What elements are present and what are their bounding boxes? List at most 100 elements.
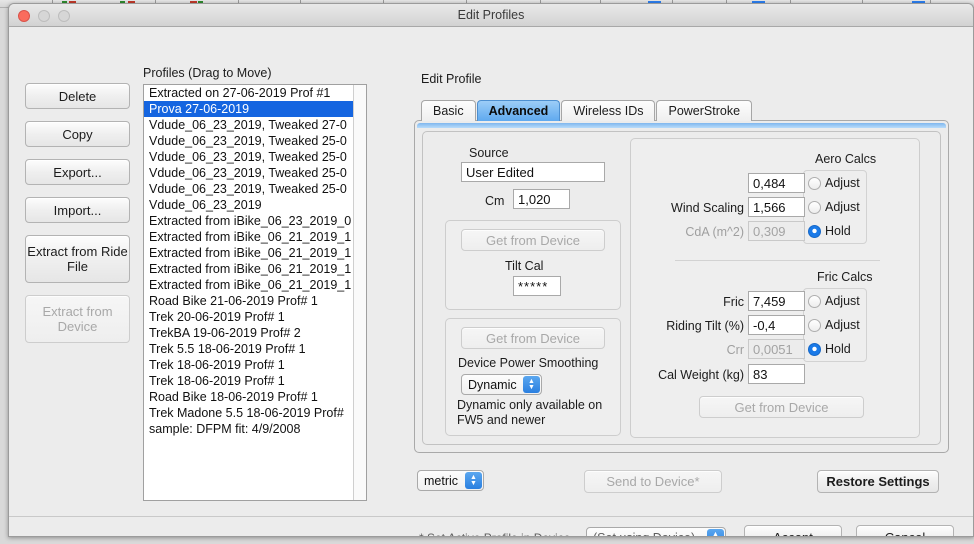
list-item[interactable]: Trek Madone 5.5 18-06-2019 Prof# [144, 405, 353, 421]
smoothing-get-from-device-button: Get from Device [461, 327, 605, 349]
active-profile-select[interactable]: (Set using Device) ▲▼ [586, 527, 726, 537]
list-item[interactable]: Trek 18-06-2019 Prof# 1 [144, 357, 353, 373]
screen: Edit Profiles Delete Copy Export... Impo… [0, 0, 974, 544]
profiles-listbox[interactable]: Extracted on 27-06-2019 Prof #1 Prova 27… [143, 84, 367, 501]
smoothing-note-line2: FW5 and newer [457, 413, 545, 427]
list-item[interactable]: Trek 18-06-2019 Prof# 1 [144, 373, 353, 389]
source-field[interactable]: User Edited [461, 162, 605, 182]
list-item-selected[interactable]: Prova 27-06-2019 [144, 101, 353, 117]
profiles-list-scrollbar[interactable] [353, 85, 366, 500]
radio-icon[interactable] [808, 319, 821, 332]
list-item[interactable]: sample: DFPM fit: 4/9/2008 [144, 421, 353, 437]
radio-selected-icon[interactable] [808, 225, 821, 238]
export-button[interactable]: Export... [25, 159, 130, 185]
riding-tilt-adjust-label: Adjust [825, 318, 860, 332]
device-power-smoothing-label: Device Power Smoothing [458, 356, 598, 370]
list-item[interactable]: Extracted from iBike_06_23_2019_0 [144, 213, 353, 229]
list-item[interactable]: Vdude_06_23_2019, Tweaked 25-0 [144, 181, 353, 197]
aero-adjust-label: Adjust [825, 176, 860, 190]
tilt-cal-label: Tilt Cal [505, 259, 543, 273]
aero-hold-label: Hold [825, 224, 851, 238]
list-item[interactable]: Extracted on 27-06-2019 Prof #1 [144, 85, 353, 101]
list-item[interactable]: Extracted from iBike_06_21_2019_1 [144, 261, 353, 277]
riding-tilt-label: Riding Tilt (%) [639, 319, 744, 333]
active-profile-value: (Set using Device) [593, 531, 695, 538]
radio-icon[interactable] [808, 201, 821, 214]
aero-hold-radio[interactable]: Hold [808, 224, 851, 238]
send-to-device-button: Send to Device* [584, 470, 722, 493]
cm-field[interactable]: 1,020 [513, 189, 570, 209]
fric-adjust-label: Adjust [825, 294, 860, 308]
cda-label: CdA (m^2) [659, 225, 744, 239]
advanced-tab-panel: Source User Edited Cm 1,020 Get from Dev… [414, 120, 949, 453]
aero-field[interactable]: 0,484 [748, 173, 805, 193]
import-button[interactable]: Import... [25, 197, 130, 223]
wind-scaling-adjust-radio[interactable]: Adjust [808, 200, 860, 214]
profile-actions: Delete Copy Export... Import... Extract … [25, 83, 130, 355]
list-item[interactable]: Road Bike 21-06-2019 Prof# 1 [144, 293, 353, 309]
list-item[interactable]: TrekBA 19-06-2019 Prof# 2 [144, 325, 353, 341]
smoothing-note-line1: Dynamic only available on [457, 398, 602, 412]
calcs-divider [675, 260, 880, 261]
wind-scaling-adjust-label: Adjust [825, 200, 860, 214]
tilt-get-from-device-button: Get from Device [461, 229, 605, 251]
riding-tilt-field[interactable]: -0,4 [748, 315, 805, 335]
window-title: Edit Profiles [9, 8, 973, 22]
extract-from-ride-file-button[interactable]: Extract from Ride File [25, 235, 130, 283]
list-item[interactable]: Vdude_06_23_2019, Tweaked 25-0 [144, 133, 353, 149]
chevron-updown-icon: ▲▼ [465, 472, 482, 489]
set-active-profile-note: * Set Active Profile in Device [419, 531, 570, 537]
aero-calcs-title: Aero Calcs [815, 152, 876, 166]
list-item[interactable]: Extracted from iBike_06_21_2019_1 [144, 277, 353, 293]
accept-button[interactable]: Accept [744, 525, 842, 537]
list-item[interactable]: Vdude_06_23_2019, Tweaked 25-0 [144, 149, 353, 165]
cda-field: 0,309 [748, 221, 805, 241]
radio-icon[interactable] [808, 177, 821, 190]
tab-basic[interactable]: Basic [421, 100, 476, 121]
restore-settings-button[interactable]: Restore Settings [817, 470, 939, 493]
crr-field: 0,0051 [748, 339, 805, 359]
profiles-list-items[interactable]: Extracted on 27-06-2019 Prof #1 Prova 27… [144, 85, 353, 500]
tab-advanced[interactable]: Advanced [477, 100, 561, 121]
cal-weight-field[interactable]: 83 [748, 364, 805, 384]
wind-scaling-label: Wind Scaling [659, 201, 744, 215]
list-item[interactable]: Vdude_06_23_2019, Tweaked 25-0 [144, 165, 353, 181]
aero-adjust-radio[interactable]: Adjust [808, 176, 860, 190]
chevron-updown-icon: ▲▼ [707, 529, 724, 537]
fric-hold-radio[interactable]: Hold [808, 342, 851, 356]
list-item[interactable]: Vdude_06_23_2019 [144, 197, 353, 213]
tab-powerstroke[interactable]: PowerStroke [656, 100, 752, 121]
cal-weight-label: Cal Weight (kg) [624, 368, 744, 382]
fric-calcs-title: Fric Calcs [817, 270, 873, 284]
units-value: metric [424, 474, 458, 488]
edit-profile-tabs[interactable]: Basic Advanced Wireless IDs PowerStroke [421, 100, 752, 121]
copy-button[interactable]: Copy [25, 121, 130, 147]
list-item[interactable]: Vdude_06_23_2019, Tweaked 27-0 [144, 117, 353, 133]
power-smoothing-select[interactable]: Dynamic ▲▼ [461, 374, 542, 395]
radio-icon[interactable] [808, 295, 821, 308]
chevron-updown-icon: ▲▼ [523, 376, 540, 393]
tilt-cal-field[interactable]: ***** [513, 276, 561, 296]
list-item[interactable]: Extracted from iBike_06_21_2019_1 [144, 229, 353, 245]
window-titlebar[interactable]: Edit Profiles [9, 4, 973, 27]
source-label: Source [469, 146, 509, 160]
fric-label: Fric [659, 295, 744, 309]
footer-divider [9, 516, 973, 517]
riding-tilt-adjust-radio[interactable]: Adjust [808, 318, 860, 332]
tab-wireless-ids[interactable]: Wireless IDs [561, 100, 655, 121]
list-item[interactable]: Road Bike 18-06-2019 Prof# 1 [144, 389, 353, 405]
wind-scaling-field[interactable]: 1,566 [748, 197, 805, 217]
list-item[interactable]: Extracted from iBike_06_21_2019_1 [144, 245, 353, 261]
units-select[interactable]: metric ▲▼ [417, 470, 484, 491]
list-item[interactable]: Trek 20-06-2019 Prof# 1 [144, 309, 353, 325]
fric-hold-label: Hold [825, 342, 851, 356]
list-item[interactable]: Trek 5.5 18-06-2019 Prof# 1 [144, 341, 353, 357]
fric-adjust-radio[interactable]: Adjust [808, 294, 860, 308]
delete-button[interactable]: Delete [25, 83, 130, 109]
fric-field[interactable]: 7,459 [748, 291, 805, 311]
cancel-button[interactable]: Cancel [856, 525, 954, 537]
edit-profiles-window: Edit Profiles Delete Copy Export... Impo… [8, 3, 974, 537]
extract-from-device-button: Extract from Device [25, 295, 130, 343]
radio-selected-icon[interactable] [808, 343, 821, 356]
advanced-inner-panel: Source User Edited Cm 1,020 Get from Dev… [422, 131, 941, 445]
